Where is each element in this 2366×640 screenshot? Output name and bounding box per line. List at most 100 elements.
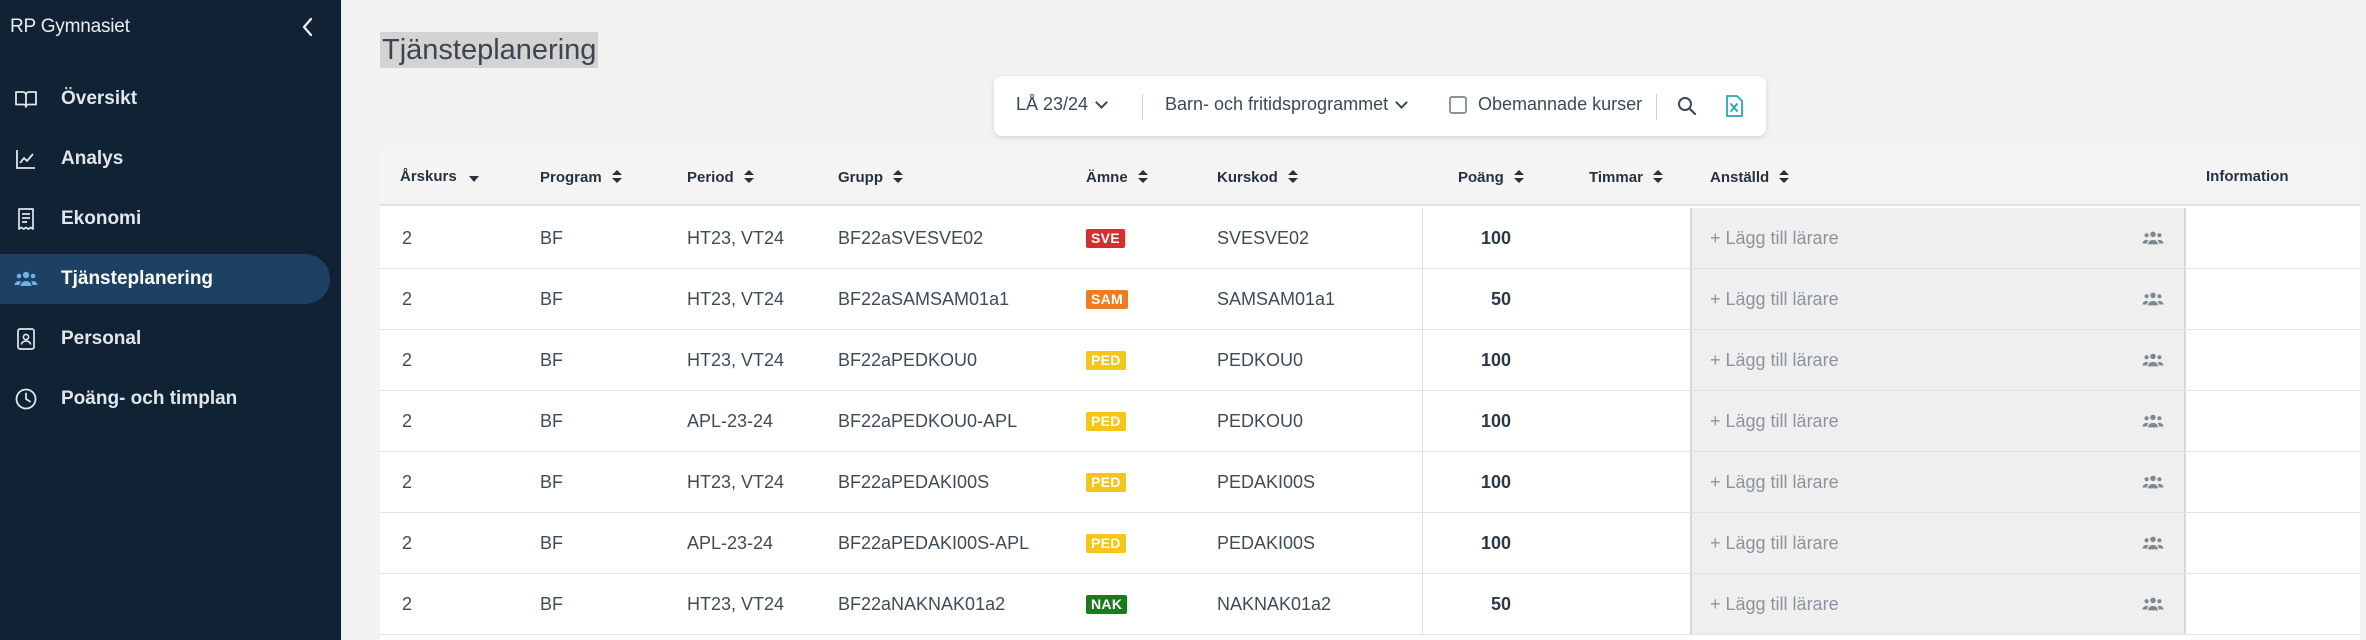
column-label: Kurskod bbox=[1217, 169, 1278, 186]
export-excel-button[interactable] bbox=[1724, 95, 1744, 117]
brand-name: RP Gymnasiet bbox=[10, 16, 130, 37]
filter-bar: LÅ 23/24 Barn- och fritidsprogrammet Obe… bbox=[994, 76, 1766, 136]
column-label: Anställd bbox=[1710, 169, 1770, 186]
cell-grupp: BF22aSVESVE02 bbox=[838, 228, 984, 248]
cell-grupp: BF22aPEDKOU0-APL bbox=[838, 411, 1018, 431]
sort-desc-icon bbox=[468, 176, 479, 182]
cell-kurskod: PEDKOU0 bbox=[1217, 411, 1304, 431]
users-group-icon[interactable] bbox=[2142, 593, 2164, 615]
users-group-icon[interactable] bbox=[2142, 227, 2164, 249]
add-teacher-link[interactable]: + Lägg till lärare bbox=[1710, 594, 1839, 615]
cell-grupp: BF22aPEDAKI00S-APL bbox=[838, 533, 1030, 553]
cell-poang: 100 bbox=[1480, 350, 1511, 370]
chevron-down-icon bbox=[1095, 96, 1108, 109]
table-row[interactable]: 2 BF HT23, VT24 BF22aPEDKOU0 PED PEDKOU0… bbox=[380, 330, 2360, 391]
badge-person-icon bbox=[17, 328, 35, 350]
users-group-icon[interactable] bbox=[2142, 532, 2164, 554]
subject-badge: SAM bbox=[1086, 290, 1129, 309]
table-row[interactable]: 2 BF HT23, VT24 BF22aNAKNAK01a2 NAK NAKN… bbox=[380, 574, 2360, 635]
unstaffed-checkbox[interactable] bbox=[1449, 96, 1467, 114]
divider bbox=[1422, 513, 1423, 573]
employee-cell: + Lägg till lärare bbox=[1690, 513, 2186, 573]
sort-icon bbox=[1287, 170, 1298, 184]
users-group-icon[interactable] bbox=[2142, 288, 2164, 310]
cell-arskurs: 2 bbox=[402, 594, 413, 614]
clock-icon bbox=[15, 388, 37, 410]
page-title: Tjänsteplanering bbox=[380, 32, 599, 68]
cell-arskurs: 2 bbox=[402, 472, 413, 492]
users-group-icon[interactable] bbox=[2142, 349, 2164, 371]
column-grupp[interactable]: Grupp bbox=[838, 168, 903, 186]
users-group-icon[interactable] bbox=[2142, 410, 2164, 432]
column-kurskod[interactable]: Kurskod bbox=[1217, 168, 1298, 186]
table-row[interactable]: 2 BF APL-23-24 BF22aPEDKOU0-APL PED PEDK… bbox=[380, 391, 2360, 452]
employee-cell: + Lägg till lärare bbox=[1690, 391, 2186, 451]
cell-poang: 100 bbox=[1480, 472, 1511, 492]
cell-poang: 50 bbox=[1490, 289, 1511, 309]
table-row[interactable]: 2 BF HT23, VT24 BF22aPEDAKI00S PED PEDAK… bbox=[380, 452, 2360, 513]
year-select-value: LÅ 23/24 bbox=[1016, 94, 1089, 114]
subject-badge: PED bbox=[1086, 473, 1126, 492]
cell-program: BF bbox=[540, 533, 564, 553]
sidebar-item-analys[interactable]: Analys bbox=[0, 134, 330, 184]
users-icon bbox=[14, 271, 38, 286]
sidebar-item-oversikt[interactable]: Översikt bbox=[0, 74, 330, 124]
sidebar-item-personal[interactable]: Personal bbox=[0, 314, 330, 364]
column-amne[interactable]: Ämne bbox=[1086, 168, 1148, 186]
add-teacher-link[interactable]: + Lägg till lärare bbox=[1710, 289, 1839, 310]
table-row[interactable]: 2 BF HT23, VT24 BF22aSVESVE02 SVE SVESVE… bbox=[380, 208, 2360, 269]
column-poang[interactable]: Poäng bbox=[1458, 168, 1524, 186]
column-anstalld[interactable]: Anställd bbox=[1710, 168, 1790, 186]
sidebar-item-ekonomi[interactable]: Ekonomi bbox=[0, 194, 330, 244]
year-select[interactable]: LÅ 23/24 bbox=[1016, 94, 1108, 115]
sidebar-item-label: Ekonomi bbox=[61, 208, 142, 229]
add-teacher-link[interactable]: + Lägg till lärare bbox=[1710, 472, 1839, 493]
table-row[interactable]: 2 BF HT23, VT24 BF22aSAMSAM01a1 SAM SAMS… bbox=[380, 269, 2360, 330]
divider bbox=[1422, 574, 1423, 634]
table-row[interactable]: 2 BF APL-23-24 BF22aPEDAKI00S-APL PED PE… bbox=[380, 513, 2360, 574]
course-table: Årskurs Program Period Grupp Ämne Kursko… bbox=[380, 148, 2360, 640]
column-label: Årskurs bbox=[400, 168, 457, 185]
cell-program: BF bbox=[540, 350, 564, 370]
users-group-icon[interactable] bbox=[2142, 471, 2164, 493]
cell-arskurs: 2 bbox=[402, 228, 413, 248]
cell-period: HT23, VT24 bbox=[687, 350, 785, 370]
add-teacher-link[interactable]: + Lägg till lärare bbox=[1710, 350, 1839, 371]
search-icon bbox=[1678, 97, 1697, 116]
cell-kurskod: PEDAKI00S bbox=[1217, 472, 1316, 492]
search-button[interactable] bbox=[1676, 95, 1698, 117]
cell-grupp: BF22aSAMSAM01a1 bbox=[838, 289, 1010, 309]
column-program[interactable]: Program bbox=[540, 168, 622, 186]
collapse-sidebar-button[interactable] bbox=[296, 14, 320, 40]
cell-arskurs: 2 bbox=[402, 533, 413, 553]
cell-period: HT23, VT24 bbox=[687, 289, 785, 309]
sidebar-item-label: Poäng- och timplan bbox=[61, 388, 238, 409]
divider bbox=[1142, 94, 1143, 120]
cell-poang: 100 bbox=[1480, 411, 1511, 431]
chevron-down-icon bbox=[1395, 96, 1408, 109]
cell-period: HT23, VT24 bbox=[687, 594, 785, 614]
cell-arskurs: 2 bbox=[402, 350, 413, 370]
column-information: Information bbox=[2206, 168, 2289, 185]
column-timmar[interactable]: Timmar bbox=[1589, 168, 1663, 186]
column-period[interactable]: Period bbox=[687, 168, 754, 186]
sort-icon bbox=[743, 170, 754, 184]
cell-arskurs: 2 bbox=[402, 411, 413, 431]
sidebar-item-tjansteplanering[interactable]: Tjänsteplanering bbox=[0, 254, 330, 304]
add-teacher-link[interactable]: + Lägg till lärare bbox=[1710, 228, 1839, 249]
column-arskurs[interactable]: Årskurs bbox=[400, 168, 479, 185]
add-teacher-link[interactable]: + Lägg till lärare bbox=[1710, 411, 1839, 432]
cell-kurskod: PEDKOU0 bbox=[1217, 350, 1304, 370]
sidebar-item-poang-och-timplan[interactable]: Poäng- och timplan bbox=[0, 374, 330, 424]
cell-grupp: BF22aPEDAKI00S bbox=[838, 472, 990, 492]
cell-poang: 100 bbox=[1480, 533, 1511, 553]
employee-cell: + Lägg till lärare bbox=[1690, 269, 2186, 329]
program-select[interactable]: Barn- och fritidsprogrammet bbox=[1165, 94, 1408, 115]
cell-kurskod: PEDAKI00S bbox=[1217, 533, 1316, 553]
add-teacher-link[interactable]: + Lägg till lärare bbox=[1710, 533, 1839, 554]
cell-program: BF bbox=[540, 472, 564, 492]
sort-icon bbox=[1652, 170, 1663, 184]
sidebar-item-label: Personal bbox=[61, 328, 142, 349]
subject-badge: PED bbox=[1086, 351, 1126, 370]
cell-grupp: BF22aPEDKOU0 bbox=[838, 350, 978, 370]
